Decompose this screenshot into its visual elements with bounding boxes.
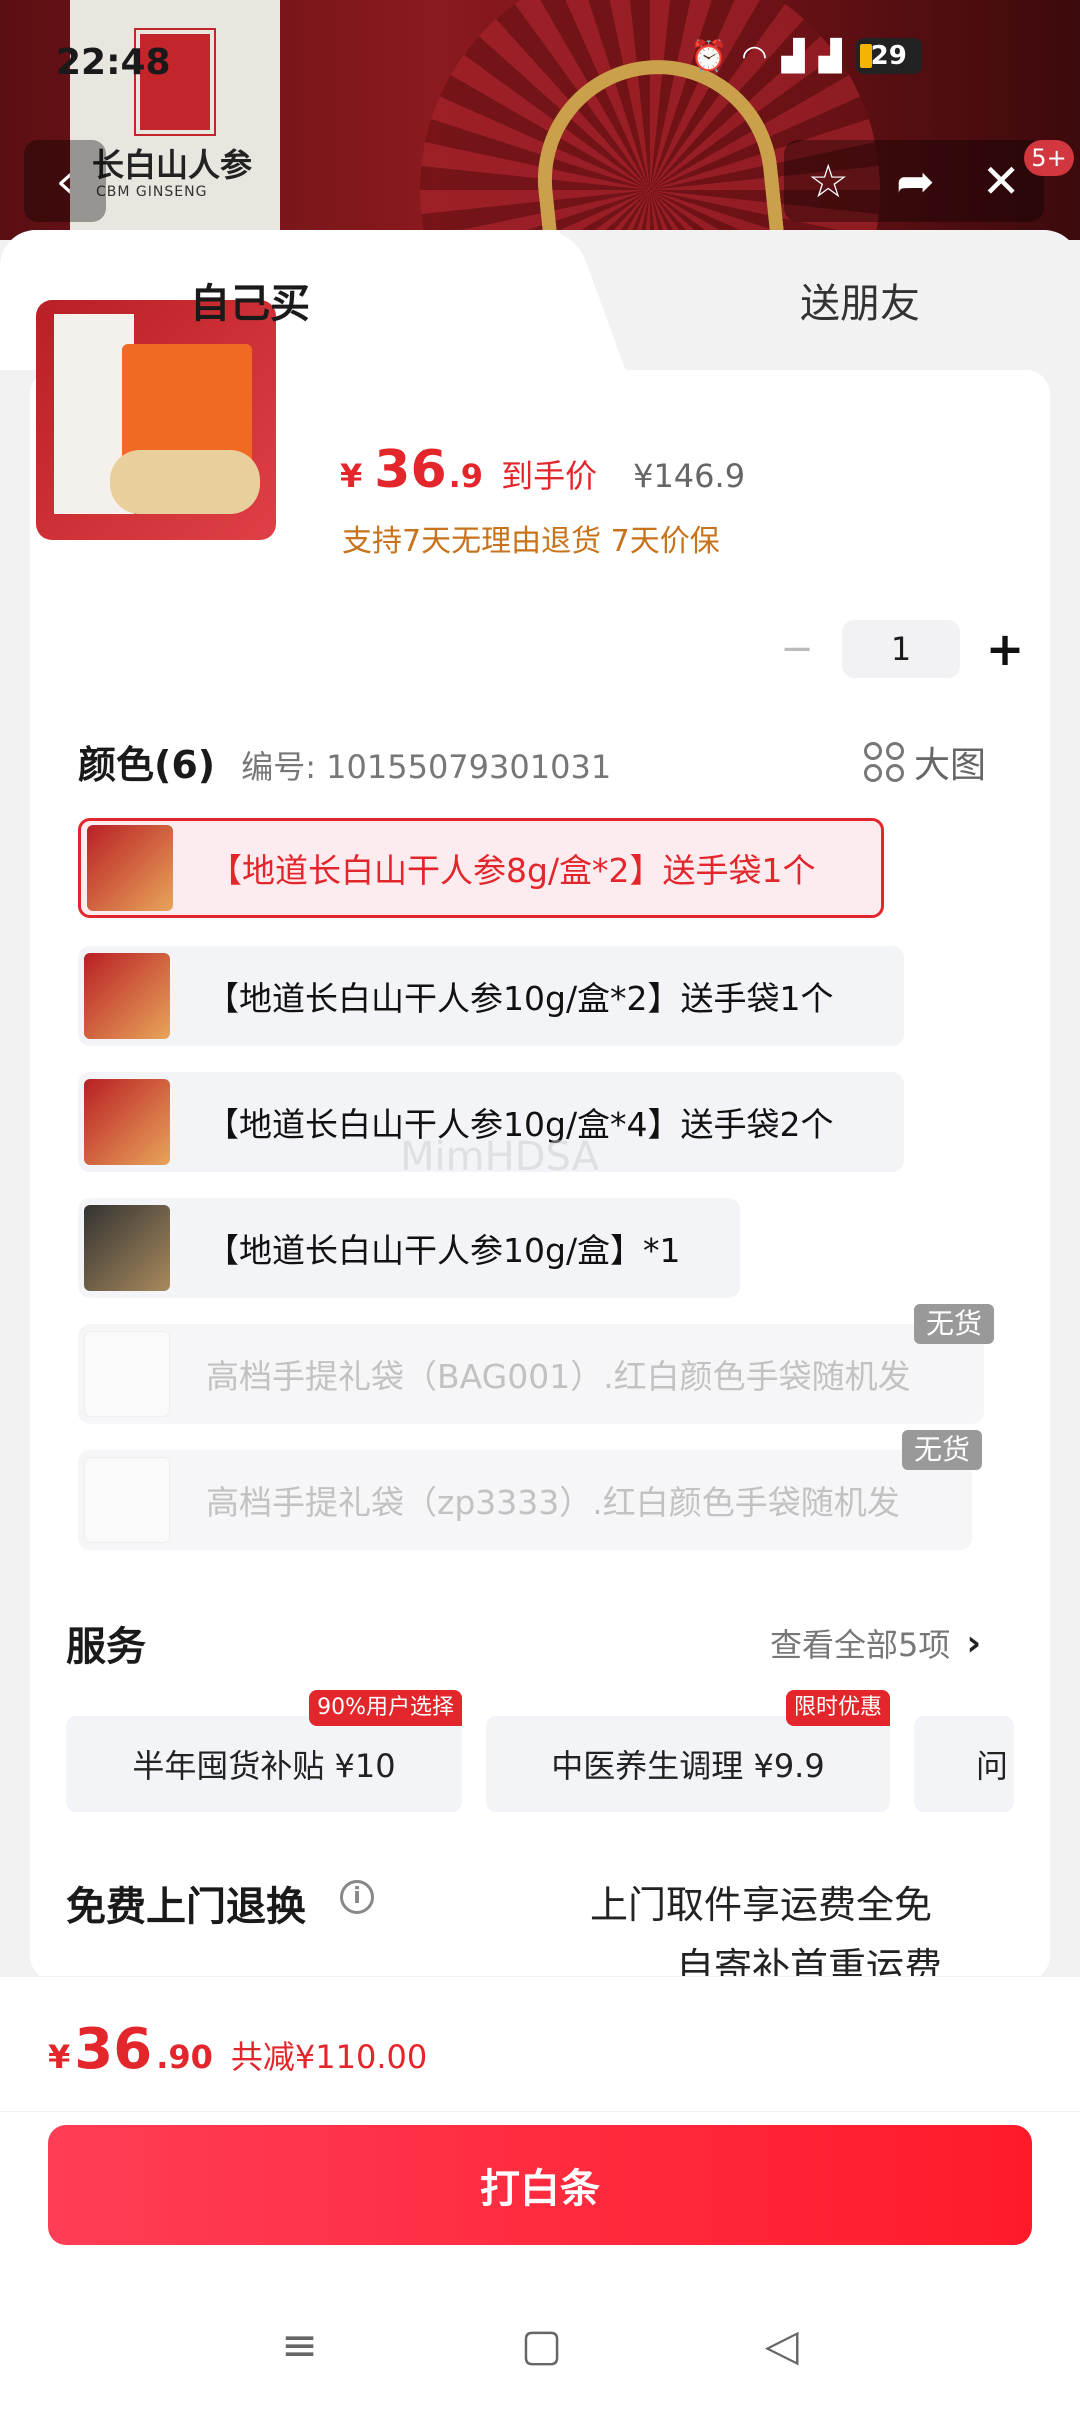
total-price: ¥ 36 .90 共减¥110.00 — [48, 2017, 428, 2082]
product-code: 编号: 10155079301031 — [241, 748, 612, 786]
color-option-disabled[interactable]: 高档手提礼袋（BAG001）.红白颜色手袋随机发 — [78, 1324, 984, 1424]
return-description: 上门取件享运费全免 — [590, 1883, 933, 1927]
wifi-icon: ◠ — [741, 38, 768, 74]
brand-name-en: CBM GINSENG — [96, 184, 208, 200]
home-icon[interactable]: ▢ — [521, 2320, 563, 2371]
product-image[interactable] — [36, 300, 276, 540]
divider — [0, 2111, 1080, 2112]
info-icon[interactable]: i — [340, 1880, 374, 1914]
tab-gift-friend[interactable]: 送朋友 — [560, 230, 1080, 370]
service-option[interactable]: 中医养生调理 ¥9.9 限时优惠 — [486, 1690, 890, 1812]
price-symbol: ¥ — [340, 457, 363, 495]
option-thumbnail — [84, 1079, 170, 1165]
quantity-stepper: − 1 + — [770, 620, 1032, 678]
battery-icon: 29 — [855, 38, 922, 74]
signal-icon: ▟ — [781, 38, 805, 74]
alarm-icon: ⏰ — [690, 38, 728, 74]
brand-name: 长白山人参 — [92, 146, 253, 184]
service-tag: 限时优惠 — [785, 1690, 890, 1726]
system-navigation-bar: ≡ ▢ ◁ — [0, 2277, 1080, 2412]
option-label: 【地道长白山干人参8g/盒*2】送手袋1个 — [209, 851, 816, 890]
price-label: 到手价 — [501, 457, 598, 495]
service-option[interactable]: 半年囤货补贴 ¥10 90%用户选择 — [66, 1690, 462, 1812]
color-option[interactable]: 【地道长白山干人参8g/盒*2】送手袋1个 — [78, 818, 884, 918]
increase-button[interactable]: + — [978, 622, 1032, 676]
share-icon[interactable]: ➦ — [896, 154, 935, 208]
grid-icon — [864, 742, 904, 782]
color-title: 颜色(6) — [78, 743, 216, 787]
promo-text: 支持7天无理由退货 7天价保 — [342, 524, 720, 559]
watermark: MimHDSA — [400, 1134, 599, 1180]
out-of-stock-badge: 无货 — [902, 1430, 983, 1470]
option-thumbnail — [84, 1457, 170, 1543]
back-button[interactable]: ‹ — [24, 140, 106, 222]
chevron-right-icon: › — [966, 1622, 982, 1664]
signal-icon: ▟ — [818, 38, 842, 74]
price-row: ¥ 36 .9 到手价 ¥146.9 — [340, 440, 745, 500]
color-option-disabled[interactable]: 高档手提礼袋（zp3333）.红白颜色手袋随机发 — [78, 1450, 972, 1550]
discount-total: 共减¥110.00 — [230, 2038, 428, 2076]
big-image-toggle[interactable]: 大图 — [864, 736, 986, 788]
back-triangle-icon[interactable]: ◁ — [765, 2320, 799, 2371]
favorite-star-icon[interactable]: ☆ — [808, 154, 849, 208]
pay-baitiao-button[interactable]: 打白条 — [48, 2125, 1032, 2245]
out-of-stock-badge: 无货 — [914, 1304, 995, 1344]
menu-icon[interactable]: ≡ — [281, 2320, 318, 2371]
checkout-bar: ¥ 36 .90 共减¥110.00 打白条 ≡ ▢ ◁ — [0, 1976, 1080, 2412]
color-option[interactable]: 【地道长白山干人参10g/盒*2】送手袋1个 — [78, 946, 904, 1046]
option-label: 高档手提礼袋（zp3333）.红白颜色手袋随机发 — [206, 1483, 900, 1522]
status-time: 22:48 — [56, 42, 171, 83]
services-title: 服务 — [66, 1624, 146, 1670]
service-tag: 90%用户选择 — [309, 1690, 462, 1726]
decrease-button[interactable]: − — [770, 622, 824, 676]
option-label: 高档手提礼袋（BAG001）.红白颜色手袋随机发 — [206, 1357, 911, 1396]
option-thumbnail — [84, 1331, 170, 1417]
option-thumbnail — [87, 825, 173, 911]
status-icons: ⏰ ◠ ▟ ▟ 29 — [690, 38, 922, 74]
option-thumbnail — [84, 953, 170, 1039]
color-option[interactable]: 【地道长白山干人参10g/盒】*1 — [78, 1198, 740, 1298]
message-count-badge: 5+ — [1024, 140, 1074, 176]
color-header: 颜色(6) 编号: 10155079301031 — [78, 734, 611, 789]
chevron-left-icon: ‹ — [55, 154, 75, 208]
price-decimal: .9 — [448, 457, 484, 495]
free-return-title: 免费上门退换 — [66, 1884, 306, 1930]
top-action-group: ☆ ➦ ✕ — [784, 140, 1044, 222]
option-thumbnail — [84, 1205, 170, 1291]
quantity-value[interactable]: 1 — [842, 620, 960, 678]
services-view-all[interactable]: 查看全部5项 › — [770, 1620, 981, 1666]
original-price: ¥146.9 — [633, 457, 746, 495]
option-label: 【地道长白山干人参10g/盒】*1 — [206, 1231, 681, 1270]
close-icon[interactable]: ✕ — [982, 154, 1021, 208]
option-label: 【地道长白山干人参10g/盒*2】送手袋1个 — [206, 979, 834, 1018]
price-integer: 36 — [374, 440, 447, 500]
service-option[interactable]: 问 — [914, 1716, 1014, 1812]
